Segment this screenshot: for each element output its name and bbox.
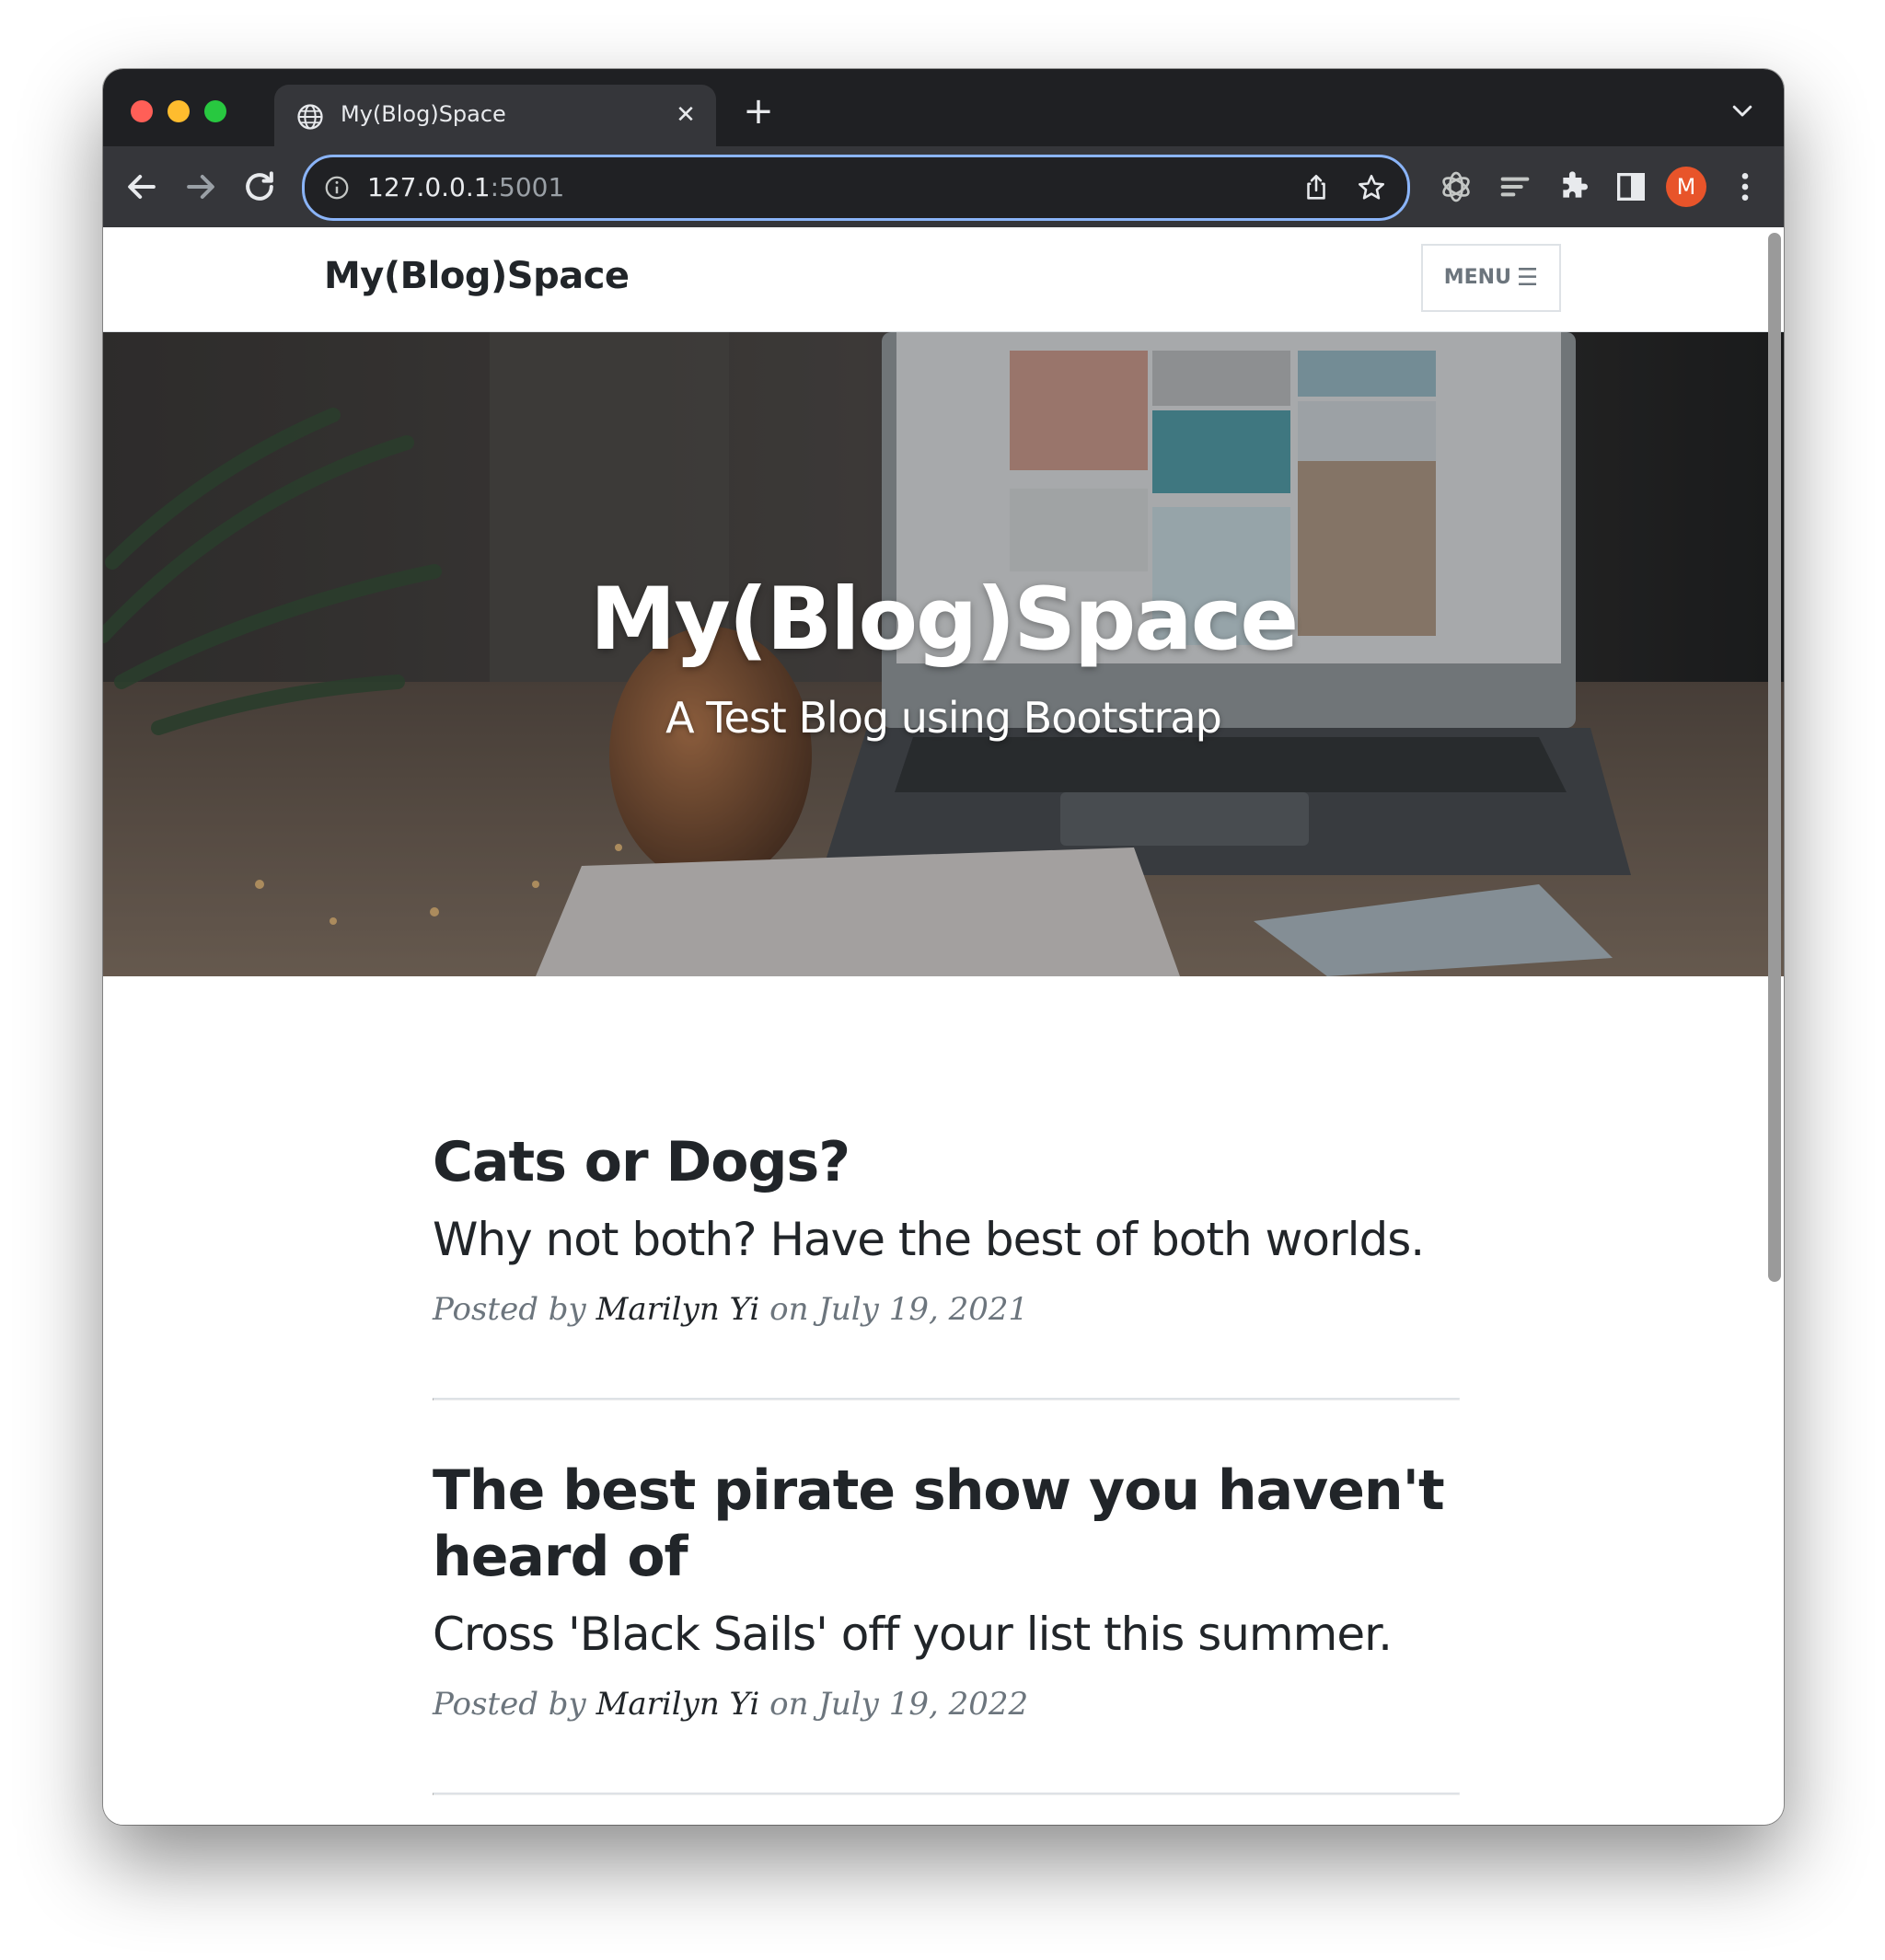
post-meta: Posted by Marilyn Yi on July 19, 2022 [433,1680,1458,1728]
page-viewport: My(Blog)Space MENU ☰ My(Blog)Space A Tes… [103,227,1784,1825]
post-title[interactable]: The best pirate show you haven't heard o… [433,1458,1458,1590]
post-author-link[interactable]: Marilyn Yi [596,1686,760,1723]
browser-tab[interactable]: My(Blog)Space ✕ [274,85,716,146]
post-date: on July 19, 2022 [769,1686,1029,1723]
close-window-button[interactable] [131,100,153,122]
puzzle-icon[interactable] [1555,168,1592,205]
url-host: 127.0.0.1 [367,172,491,202]
star-icon[interactable] [1356,172,1387,203]
address-bar[interactable]: 127.0.0.1:5001 [302,155,1410,221]
masthead-subheading: A Test Blog using Bootstrap [665,693,1222,743]
openai-icon[interactable] [1438,168,1474,205]
post-author-link[interactable]: Marilyn Yi [596,1291,760,1328]
back-arrow-icon[interactable] [121,167,162,207]
url-text[interactable]: 127.0.0.1:5001 [367,172,564,202]
browser-toolbar: 127.0.0.1:5001 M [103,146,1784,227]
menu-label: MENU [1443,266,1511,289]
minimize-window-button[interactable] [168,100,190,122]
zoom-window-button[interactable] [204,100,226,122]
url-port: :5001 [490,172,565,202]
post-meta-prefix: Posted by [433,1686,586,1723]
tab-strip: My(Blog)Space ✕ + [103,69,1784,146]
profile-avatar[interactable]: M [1666,167,1706,207]
kebab-menu-icon[interactable] [1727,168,1764,205]
side-panel-icon[interactable] [1613,168,1649,205]
post-list: Cats or Dogs? Why not both? Have the bes… [433,1129,1460,1795]
menu-button[interactable]: MENU ☰ [1421,244,1561,312]
scrollbar-thumb[interactable] [1768,233,1781,1282]
post-preview[interactable]: Cats or Dogs? Why not both? Have the bes… [433,1129,1458,1398]
info-icon[interactable] [323,174,351,202]
post-subtitle[interactable]: Cross 'Black Sails' off your list this s… [433,1603,1458,1666]
tab-title: My(Blog)Space [341,101,506,127]
post-title[interactable]: Cats or Dogs? [433,1129,1458,1195]
post-date: on July 19, 2021 [769,1291,1029,1328]
share-icon[interactable] [1301,172,1332,203]
hamburger-icon: ☰ [1516,264,1539,292]
reading-list-icon[interactable] [1497,168,1533,205]
post-divider [433,1793,1460,1795]
plus-icon[interactable]: + [738,93,779,133]
masthead: My(Blog)Space A Test Blog using Bootstra… [103,332,1784,976]
forward-arrow-icon[interactable] [180,167,221,207]
reload-icon[interactable] [239,167,280,207]
site-navbar: My(Blog)Space MENU ☰ [103,227,1784,332]
masthead-heading: My(Blog)Space [589,570,1299,670]
post-subtitle[interactable]: Why not both? Have the best of both worl… [433,1208,1458,1271]
close-icon[interactable]: ✕ [672,101,700,129]
chevron-down-icon[interactable] [1729,97,1756,124]
post-preview[interactable]: The best pirate show you haven't heard o… [433,1401,1458,1793]
post-meta-prefix: Posted by [433,1291,586,1328]
post-meta: Posted by Marilyn Yi on July 19, 2021 [433,1286,1458,1333]
globe-icon [297,104,323,130]
site-brand-link[interactable]: My(Blog)Space [324,255,630,297]
browser-window: My(Blog)Space ✕ + 127.0.0.1:5001 M My(Bl… [103,69,1784,1825]
